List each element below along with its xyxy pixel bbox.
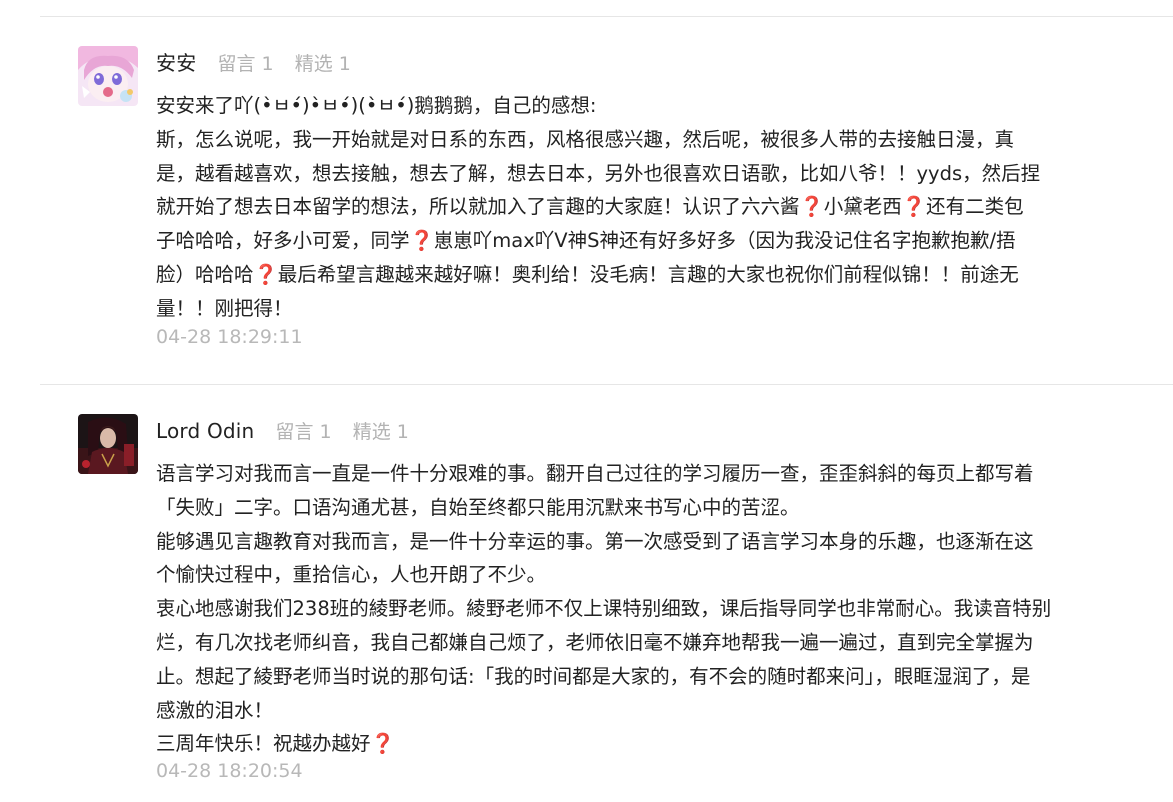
comment-line: 就开始了想去日本留学的想法，所以就加入了言趣的大家庭！认识了六六酱❓小黛老西❓还… bbox=[156, 195, 1024, 219]
comment-timestamp: 04-28 18:20:54 bbox=[156, 760, 303, 782]
comment-line: 量！！刚把得！ bbox=[156, 296, 293, 320]
avatar[interactable] bbox=[78, 46, 138, 106]
comment-line: 脸）哈哈哈❓最后希望言趣越来越好嘛！奥利给！没毛病！言趣的大家也祝你们前程似锦！… bbox=[156, 262, 1019, 286]
comment-line: 子哈哈哈，好多小可爱，同学❓崽崽吖max吖V神S神还有好多好多（因为我没记住名字… bbox=[156, 229, 1016, 253]
comment-line: 能够遇见言趣教育对我而言，是一件十分幸运的事。第一次感受到了语言学习本身的乐趣，… bbox=[156, 529, 1034, 553]
comment-line: 是，越看越喜欢，想去接触，想去了解，想去日本，另外也很喜欢日语歌，比如八爷！！y… bbox=[156, 161, 1041, 185]
comment-timestamp: 04-28 18:29:11 bbox=[156, 326, 303, 348]
message-count: 留言 1 bbox=[217, 53, 274, 75]
comment-line: 烂，有几次找老师纠音，我自己都嫌自己烦了，老师依旧毫不嫌弃地帮我一遍一遍过，直到… bbox=[156, 630, 1034, 654]
comment-line: 个愉快过程中，重拾信心，人也开朗了不少。 bbox=[156, 563, 547, 587]
comment-text: 语言学习对我而言一直是一件十分艰难的事。翻开自己过往的学习履历一查，歪歪斜斜的每… bbox=[156, 457, 1136, 761]
avatar[interactable] bbox=[78, 414, 138, 474]
question-mark-icon: ❓ bbox=[409, 229, 434, 253]
comment-list: 安安 留言 1 精选 1 安安来了吖(•̀ㅂ•́)•̀ㅂ•́)(•̀ㅂ•́)鹅鹅… bbox=[0, 0, 1173, 802]
featured-count: 精选 1 bbox=[352, 421, 409, 443]
username[interactable]: 安安 bbox=[156, 51, 196, 75]
username[interactable]: Lord Odin bbox=[156, 419, 254, 443]
comment-line: 「失败」二字。口语沟通尤甚，自始至终都只能用沉默来书写心中的苦涩。 bbox=[156, 495, 800, 519]
avatar-anime-girl-icon bbox=[78, 46, 138, 106]
comment-line: 三周年快乐！祝越办越好❓ bbox=[156, 732, 395, 756]
featured-count: 精选 1 bbox=[294, 53, 351, 75]
comment-text: 安安来了吖(•̀ㅂ•́)•̀ㅂ•́)(•̀ㅂ•́)鹅鹅鹅，自己的感想: 斯，怎么… bbox=[156, 89, 1136, 326]
comment-line: 衷心地感谢我们238班的綾野老师。綾野老师不仅上课特别细致，课后指导同学也非常耐… bbox=[156, 597, 1052, 621]
question-mark-icon: ❓ bbox=[901, 195, 927, 219]
question-mark-icon: ❓ bbox=[370, 732, 395, 756]
question-mark-icon: ❓ bbox=[799, 195, 824, 219]
divider bbox=[40, 16, 1173, 17]
comment-line: 安安来了吖(•̀ㅂ•́)•̀ㅂ•́)(•̀ㅂ•́)鹅鹅鹅，自己的感想: bbox=[156, 94, 597, 117]
comment-line: 斯，怎么说呢，我一开始就是对日系的东西，风格很感兴趣，然后呢，被很多人带的去接触… bbox=[156, 127, 1015, 151]
comment-line: 止。想起了綾野老师当时说的那句话:「我的时间都是大家的，有不会的随时都来问」，眼… bbox=[156, 664, 1031, 688]
divider bbox=[40, 384, 1173, 385]
comment-line: 语言学习对我而言一直是一件十分艰难的事。翻开自己过往的学习履历一查，歪歪斜斜的每… bbox=[156, 462, 1034, 485]
question-mark-icon: ❓ bbox=[253, 262, 278, 286]
avatar-dark-knight-icon bbox=[78, 414, 138, 474]
message-count: 留言 1 bbox=[275, 421, 332, 443]
comment-line: 感激的泪水！ bbox=[156, 698, 274, 722]
